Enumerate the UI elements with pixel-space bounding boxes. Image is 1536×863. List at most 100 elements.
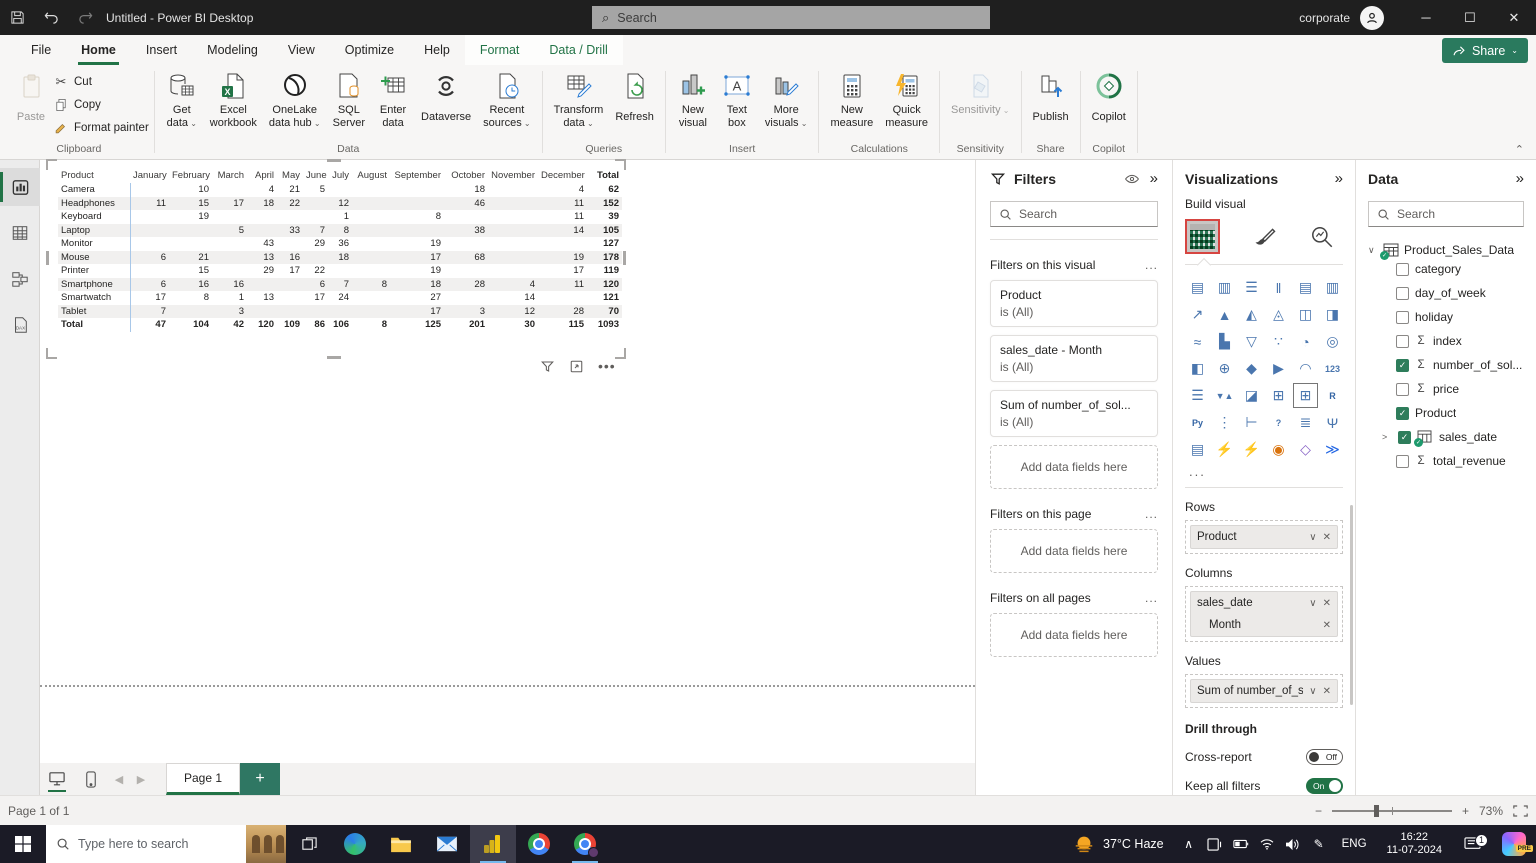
chevron-down-icon[interactable]: ∨ [1368, 245, 1378, 256]
field-item-total-revenue[interactable]: Σtotal_revenue [1368, 449, 1524, 473]
chevron-down-icon[interactable]: ∨ [1309, 532, 1316, 543]
funnel-chart-icon[interactable]: ▽ [1239, 329, 1264, 354]
file-explorer-button[interactable] [378, 825, 424, 863]
taskbar-search-input[interactable]: Type here to search [46, 825, 286, 863]
matrix-icon[interactable]: ⊞ [1293, 383, 1318, 408]
eye-icon[interactable] [1124, 171, 1140, 187]
close-button[interactable]: ✕ [1492, 0, 1536, 35]
account-name[interactable]: corporate [1299, 11, 1350, 25]
copy-button[interactable]: Copy [53, 97, 149, 113]
search-highlight-image[interactable] [246, 825, 286, 863]
text-box-button[interactable]: ATextbox [715, 68, 759, 133]
mobile-layout-button[interactable] [74, 763, 108, 795]
battery-icon[interactable] [1228, 839, 1254, 849]
slicer-new-icon[interactable]: ⚡ [1239, 437, 1264, 462]
save-icon[interactable] [0, 0, 34, 35]
copilot-button[interactable]: Copilot [1086, 68, 1132, 133]
stacked-bar-chart-icon[interactable]: ▤ [1185, 275, 1210, 300]
edge-button[interactable] [332, 825, 378, 863]
wifi-icon[interactable] [1254, 838, 1280, 850]
add-data-fields-dropzone[interactable]: Add data fields here [990, 529, 1158, 573]
paste-button[interactable]: Paste [9, 68, 53, 133]
focus-mode-icon[interactable] [569, 359, 584, 374]
filter-card[interactable]: Sum of number_of_sol...is (All) [990, 390, 1158, 437]
section-menu-icon[interactable]: ... [1145, 591, 1158, 605]
sensitivity-button[interactable]: Sensitivity ⌄ [945, 68, 1015, 120]
arcgis-map-icon[interactable]: ◉ [1266, 437, 1291, 462]
maximize-button[interactable]: ☐ [1448, 0, 1492, 35]
volume-icon[interactable] [1280, 838, 1306, 851]
cross-report-toggle[interactable]: Off [1306, 749, 1343, 765]
ribbon-chart-icon[interactable]: ≈ [1185, 329, 1210, 354]
field-item-product[interactable]: ✓Product [1368, 401, 1524, 425]
field-checkbox[interactable] [1396, 335, 1409, 348]
publish-button[interactable]: Publish [1027, 68, 1075, 133]
field-checkbox[interactable]: ✓ [1396, 407, 1409, 420]
visual-handle[interactable] [615, 159, 626, 170]
stacked-column-chart-icon[interactable]: ▥ [1212, 275, 1237, 300]
field-checkbox[interactable]: ✓ [1398, 431, 1411, 444]
area-chart-icon[interactable]: ▲ [1212, 302, 1237, 327]
more-options-icon[interactable]: ••• [598, 358, 616, 374]
kpi-icon[interactable]: ▼▲ [1212, 383, 1237, 408]
visual-handle[interactable] [46, 159, 57, 170]
account-avatar-icon[interactable] [1360, 6, 1384, 30]
chrome-button[interactable] [516, 825, 562, 863]
refresh-button[interactable]: Refresh [609, 68, 660, 133]
100-stacked-column-chart-icon[interactable]: ▥ [1320, 275, 1345, 300]
zoom-out-icon[interactable]: − [1315, 804, 1322, 818]
new-measure-button[interactable]: Newmeasure [824, 68, 879, 133]
donut-chart-icon[interactable]: ◎ [1320, 329, 1345, 354]
chevron-down-icon[interactable]: ∨ [1309, 686, 1316, 697]
zoom-in-icon[interactable]: + [1462, 804, 1469, 818]
redo-icon[interactable] [68, 0, 102, 35]
model-view-button[interactable] [0, 260, 40, 298]
values-well[interactable]: Sum of number_of_so...∨✕ [1185, 674, 1343, 708]
minimize-button[interactable]: ─ [1404, 0, 1448, 35]
pen-icon[interactable]: ✎ [1306, 837, 1332, 851]
collapse-pane-icon[interactable]: » [1516, 170, 1524, 187]
waterfall-chart-icon[interactable]: ▙ [1212, 329, 1237, 354]
table-node[interactable]: ∨ ✓ Product_Sales_Data [1368, 243, 1524, 257]
hidden-icons-chevron[interactable]: ∧ [1176, 837, 1202, 851]
more-visuals-button[interactable]: Morevisuals ⌄ [759, 68, 814, 133]
mail-button[interactable] [424, 825, 470, 863]
qa-visual-icon[interactable]: ? [1266, 410, 1291, 435]
columns-well[interactable]: sales_date∨✕Month✕ [1185, 586, 1343, 642]
key-influencers-icon[interactable]: ⋮ [1212, 410, 1237, 435]
quick-measure-button[interactable]: Quickmeasure [879, 68, 934, 133]
rows-well[interactable]: Product∨✕ [1185, 520, 1343, 554]
paginated-report-icon[interactable]: ▤ [1185, 437, 1210, 462]
add-data-fields-dropzone[interactable]: Add data fields here [990, 613, 1158, 657]
analytics-tab[interactable] [1309, 224, 1335, 250]
field-checkbox[interactable] [1396, 287, 1409, 300]
section-menu-icon[interactable]: ... [1145, 507, 1158, 521]
azure-map-icon[interactable]: ▶ [1266, 356, 1291, 381]
field-item-sales-date[interactable]: >✓✓sales_date [1368, 425, 1524, 449]
field-checkbox[interactable] [1396, 263, 1409, 276]
card-new-icon[interactable]: ⚡ [1212, 437, 1237, 462]
cut-button[interactable]: ✂Cut [53, 74, 149, 90]
zoom-slider[interactable] [1332, 810, 1452, 812]
task-view-button[interactable] [286, 825, 332, 863]
visual-handle[interactable] [623, 251, 626, 265]
field-checkbox[interactable] [1396, 455, 1409, 468]
filters-search-input[interactable]: Search [990, 201, 1158, 227]
field-pill-sub[interactable]: Month✕ [1191, 614, 1337, 636]
menu-tab-data---drill[interactable]: Data / Drill [534, 35, 622, 65]
menu-tab-view[interactable]: View [273, 35, 330, 65]
more-visual-options-icon[interactable]: ... [1189, 464, 1343, 479]
add-data-fields-dropzone[interactable]: Add data fields here [990, 445, 1158, 489]
matrix-visual[interactable]: ProductJanuaryFebruaryMarchAprilMayJuneJ… [48, 163, 620, 353]
line-chart-icon[interactable]: ↗ [1185, 302, 1210, 327]
visual-handle[interactable] [327, 356, 341, 359]
menu-tab-file[interactable]: File [16, 35, 66, 65]
smart-narrative-icon[interactable]: ≣ [1293, 410, 1318, 435]
python-visual-icon[interactable]: Py [1185, 410, 1210, 435]
data-search-input[interactable]: Search [1368, 201, 1524, 227]
visual-handle[interactable] [46, 251, 49, 265]
collapse-pane-icon[interactable]: » [1150, 170, 1158, 187]
desktop-layout-button[interactable] [40, 763, 74, 795]
report-canvas[interactable]: ProductJanuaryFebruaryMarchAprilMayJuneJ… [40, 160, 975, 795]
enter-data-button[interactable]: Enterdata [371, 68, 415, 133]
